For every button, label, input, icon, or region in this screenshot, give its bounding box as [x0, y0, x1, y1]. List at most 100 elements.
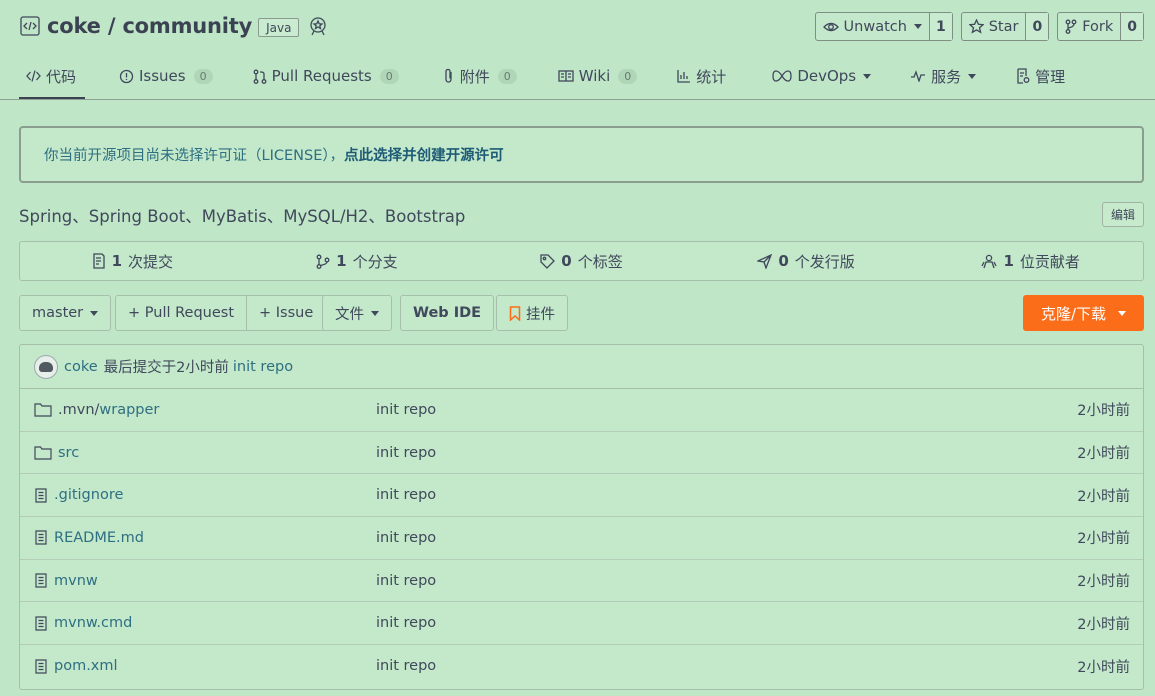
tab-manage-label: 管理 — [1035, 67, 1066, 86]
watch-count[interactable]: 1 — [928, 13, 952, 40]
branches-count: 1 — [336, 252, 347, 270]
repo-stats: 1 次提交 1 个分支 0 个标签 0 个发行版 1 位贡献者 — [19, 241, 1144, 281]
file-time: 2小时前 — [1077, 531, 1130, 548]
file-name[interactable]: wrapper — [99, 402, 159, 418]
nav-divider — [0, 99, 1155, 100]
file-commit-message[interactable]: init repo — [376, 573, 436, 589]
repo-owner-link[interactable]: coke — [47, 14, 101, 38]
repo-description: Spring、Spring Boot、MyBatis、MySQL/H2、Boot… — [19, 207, 466, 226]
file-name[interactable]: src — [58, 445, 79, 461]
contributors-count: 1 — [1003, 252, 1014, 270]
widget-inner: 挂件 — [497, 296, 567, 330]
folder-link[interactable]: .mvn/wrapper — [34, 402, 159, 418]
releases-count: 0 — [778, 252, 789, 270]
file-name[interactable]: pom.xml — [54, 658, 118, 674]
file-commit-message[interactable]: init repo — [376, 487, 436, 503]
chevron-down-icon — [1118, 310, 1127, 316]
branch-select[interactable]: master — [19, 295, 112, 331]
file-name[interactable]: mvnw — [54, 573, 98, 589]
commit-author-link[interactable]: coke — [64, 359, 98, 375]
tags-count: 0 — [561, 252, 572, 270]
tab-stats[interactable]: 统计 — [677, 56, 726, 96]
tab-code[interactable]: 代码 — [19, 56, 85, 100]
tab-devops[interactable]: DevOps — [772, 56, 872, 96]
new-pull-request-button[interactable]: + Pull Request — [116, 296, 246, 330]
commits-stat[interactable]: 1 次提交 — [20, 242, 245, 280]
file-commit-message[interactable]: init repo — [376, 658, 436, 674]
branches-stat[interactable]: 1 个分支 — [245, 242, 470, 280]
repo-name-link[interactable]: community — [122, 14, 252, 38]
file-icon — [35, 530, 47, 546]
file-icon — [35, 659, 47, 674]
license-notice: 你当前开源项目尚未选择许可证（LICENSE）， 点此选择并创建开源许可 — [19, 126, 1144, 183]
attachments-count-badge: 0 — [497, 68, 517, 84]
file-path-prefix[interactable]: .mvn/ — [58, 402, 99, 418]
star-button[interactable]: Star 0 — [960, 12, 1050, 41]
pr-issue-group: + Pull Request + Issue — [115, 295, 327, 331]
file-link[interactable]: README.md — [34, 530, 144, 546]
tab-pull-requests[interactable]: Pull Requests 0 — [253, 56, 399, 96]
star-count[interactable]: 0 — [1025, 13, 1049, 40]
unwatch-label: Unwatch — [843, 18, 907, 35]
contributors-stat[interactable]: 1 位贡献者 — [918, 242, 1143, 280]
tab-stats-label: 统计 — [696, 67, 727, 86]
chevron-down-icon — [90, 310, 99, 316]
chevron-down-icon — [863, 73, 872, 79]
file-menu-label: 文件 — [335, 306, 364, 323]
file-name[interactable]: .gitignore — [54, 487, 123, 503]
tab-services[interactable]: 服务 — [910, 56, 977, 96]
repo-title: coke / community — [47, 14, 252, 38]
file-time: 2小时前 — [1077, 446, 1130, 463]
file-name-text: mvnw.cmd — [54, 615, 132, 631]
file-commit-message[interactable]: init repo — [376, 615, 436, 631]
branch-name: master — [32, 305, 84, 321]
last-commit-message-link[interactable]: init repo — [233, 359, 293, 375]
devops-icon — [772, 70, 792, 82]
tab-manage[interactable]: 管理 — [1016, 56, 1065, 96]
edit-description-button[interactable]: 编辑 — [1101, 202, 1144, 227]
gvp-badge-icon[interactable] — [307, 15, 329, 37]
tab-issues[interactable]: Issues 0 — [119, 56, 213, 96]
file-link[interactable]: .gitignore — [34, 487, 123, 503]
file-name-text: .mvn/wrapper — [58, 402, 159, 418]
file-list: coke 最后提交于 2小时前 init repo .mvn/wrapper in… — [19, 344, 1144, 690]
widget-button[interactable]: 挂件 — [496, 295, 568, 331]
star-label: Star — [988, 18, 1019, 35]
language-badge[interactable]: Java — [258, 17, 300, 37]
tab-wiki[interactable]: Wiki 0 — [558, 56, 638, 96]
clone-download-button[interactable]: 克隆/下载 — [1023, 295, 1144, 331]
wiki-icon — [558, 70, 574, 82]
tags-stat[interactable]: 0 个标签 — [469, 242, 694, 280]
file-link[interactable]: pom.xml — [34, 658, 118, 674]
issues-count-badge: 0 — [193, 68, 213, 84]
avatar[interactable] — [34, 354, 58, 379]
file-commit-message[interactable]: init repo — [376, 445, 436, 461]
unwatch-button[interactable]: Unwatch 1 — [814, 12, 953, 41]
file-name[interactable]: mvnw.cmd — [54, 615, 132, 631]
file-menu-button[interactable]: 文件 — [322, 295, 392, 331]
file-link[interactable]: mvnw.cmd — [34, 615, 132, 631]
new-issue-button[interactable]: + Issue — [246, 296, 325, 330]
file-name[interactable]: README.md — [54, 530, 144, 546]
fork-button[interactable]: Fork 0 — [1057, 12, 1144, 41]
file-row: src init repo 2小时前 — [20, 432, 1143, 475]
file-row: mvnw.cmd init repo 2小时前 — [20, 602, 1143, 646]
pull-requests-count-badge: 0 — [379, 68, 399, 84]
tab-attachments[interactable]: 附件 0 — [443, 56, 517, 96]
file-time: 2小时前 — [1077, 574, 1130, 591]
folder-link[interactable]: src — [34, 445, 79, 461]
fork-count[interactable]: 0 — [1120, 13, 1143, 40]
create-license-link[interactable]: 点此选择并创建开源许可 — [344, 144, 504, 165]
web-ide-button[interactable]: Web IDE — [400, 295, 495, 331]
fork-label: Fork — [1082, 18, 1114, 35]
last-commit-row: coke 最后提交于 2小时前 init repo — [20, 345, 1143, 389]
file-commit-message[interactable]: init repo — [376, 402, 436, 418]
file-commit-message[interactable]: init repo — [376, 530, 436, 546]
release-icon — [757, 253, 773, 269]
releases-stat[interactable]: 0 个发行版 — [694, 242, 919, 280]
file-name-text: pom.xml — [54, 658, 118, 674]
file-icon — [35, 616, 47, 631]
widget-label: 挂件 — [526, 306, 555, 323]
stats-icon — [677, 70, 691, 83]
file-link[interactable]: mvnw — [34, 573, 98, 589]
